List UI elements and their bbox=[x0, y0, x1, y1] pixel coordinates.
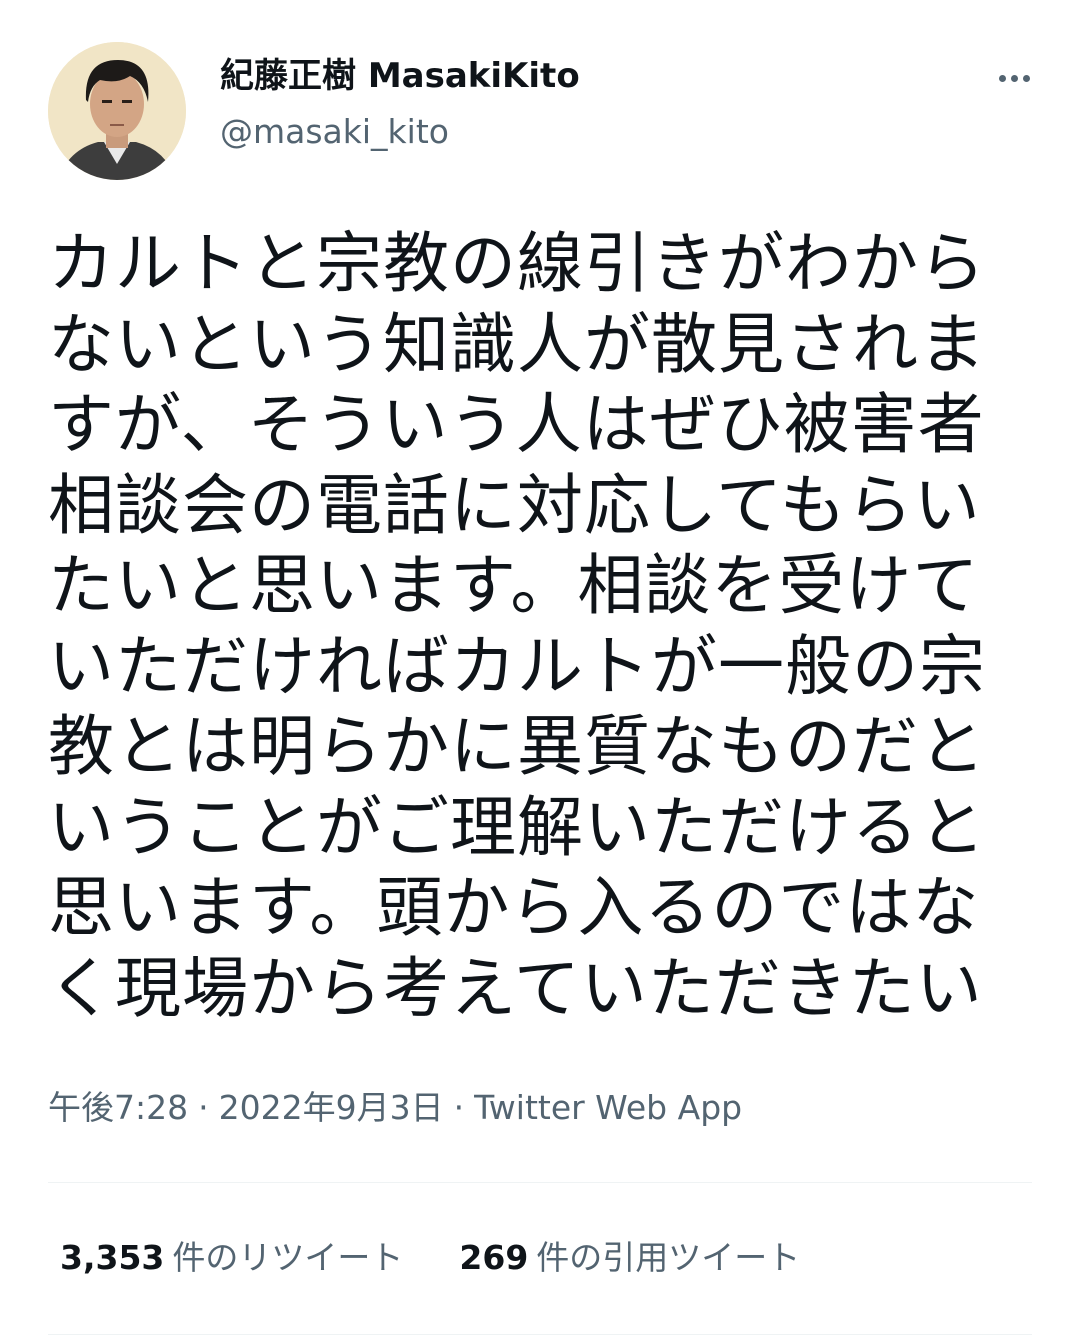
tweet-text-line: 思います。頭から入るのではな bbox=[48, 869, 980, 946]
tweet-text-line: 相談会の電話に対応してもらい bbox=[48, 466, 981, 544]
tweet-time[interactable]: 午後7:28 bbox=[48, 1088, 188, 1127]
meta-separator: · bbox=[198, 1088, 209, 1127]
tweet-card: 紀藤正樹 MasakiKito @masaki_kito カルトと宗教の線引きが… bbox=[0, 0, 1080, 1341]
retweets-stat[interactable]: 3,353 件のリツイート bbox=[60, 1235, 403, 1281]
author-names: 紀藤正樹 MasakiKito @masaki_kito bbox=[220, 54, 580, 152]
tweet-text-line: すが、そういう人はぜひ被害者 bbox=[48, 386, 985, 463]
quotes-label: 件の引用ツイート bbox=[536, 1238, 801, 1277]
meta-separator: · bbox=[453, 1088, 465, 1127]
avatar[interactable] bbox=[48, 42, 186, 180]
tweet-text-line: カルトと宗教の線引きがわから bbox=[48, 225, 986, 302]
tweet-text-line: たいと思います。相談を受けて bbox=[48, 547, 980, 624]
tweet-text-line: ないという知識人が散見されま bbox=[48, 305, 986, 383]
tweet-text-line: く現場から考えていただきたい bbox=[48, 949, 983, 1027]
quotes-count: 269 bbox=[459, 1238, 529, 1277]
avatar-image bbox=[48, 42, 186, 180]
tweet-text-line: いうことがご理解いただけると bbox=[48, 788, 986, 866]
quotes-stat[interactable]: 269 件の引用ツイート bbox=[459, 1235, 800, 1281]
more-horizontal-icon bbox=[1010, 74, 1018, 82]
tweet-metadata: 午後7:28 · 2022年9月3日 · Twitter Web App bbox=[48, 1086, 742, 1130]
tweet-date[interactable]: 2022年9月3日 bbox=[219, 1088, 444, 1127]
divider bbox=[48, 1334, 1032, 1335]
tweet-stats: 3,353 件のリツイート 269 件の引用ツイート bbox=[60, 1235, 800, 1281]
tweet-source-link[interactable]: Twitter Web App bbox=[474, 1088, 742, 1127]
tweet-text-line: いただければカルトが一般の宗 bbox=[48, 627, 986, 705]
tweet-header: 紀藤正樹 MasakiKito @masaki_kito bbox=[48, 40, 1038, 185]
more-horizontal-icon bbox=[1022, 74, 1030, 82]
divider bbox=[48, 1182, 1032, 1183]
more-options-button[interactable] bbox=[990, 58, 1038, 98]
author-handle[interactable]: @masaki_kito bbox=[220, 112, 580, 152]
tweet-text: カルトと宗教の線引きがわから ないという知識人が散見されま すが、そういう人はぜ… bbox=[48, 224, 988, 1029]
retweets-label: 件のリツイート bbox=[172, 1238, 404, 1277]
more-horizontal-icon bbox=[998, 74, 1006, 82]
retweets-count: 3,353 bbox=[60, 1238, 165, 1277]
author-display-name[interactable]: 紀藤正樹 MasakiKito bbox=[220, 54, 580, 98]
tweet-text-line: 教とは明らかに異質なものだと bbox=[48, 708, 986, 785]
